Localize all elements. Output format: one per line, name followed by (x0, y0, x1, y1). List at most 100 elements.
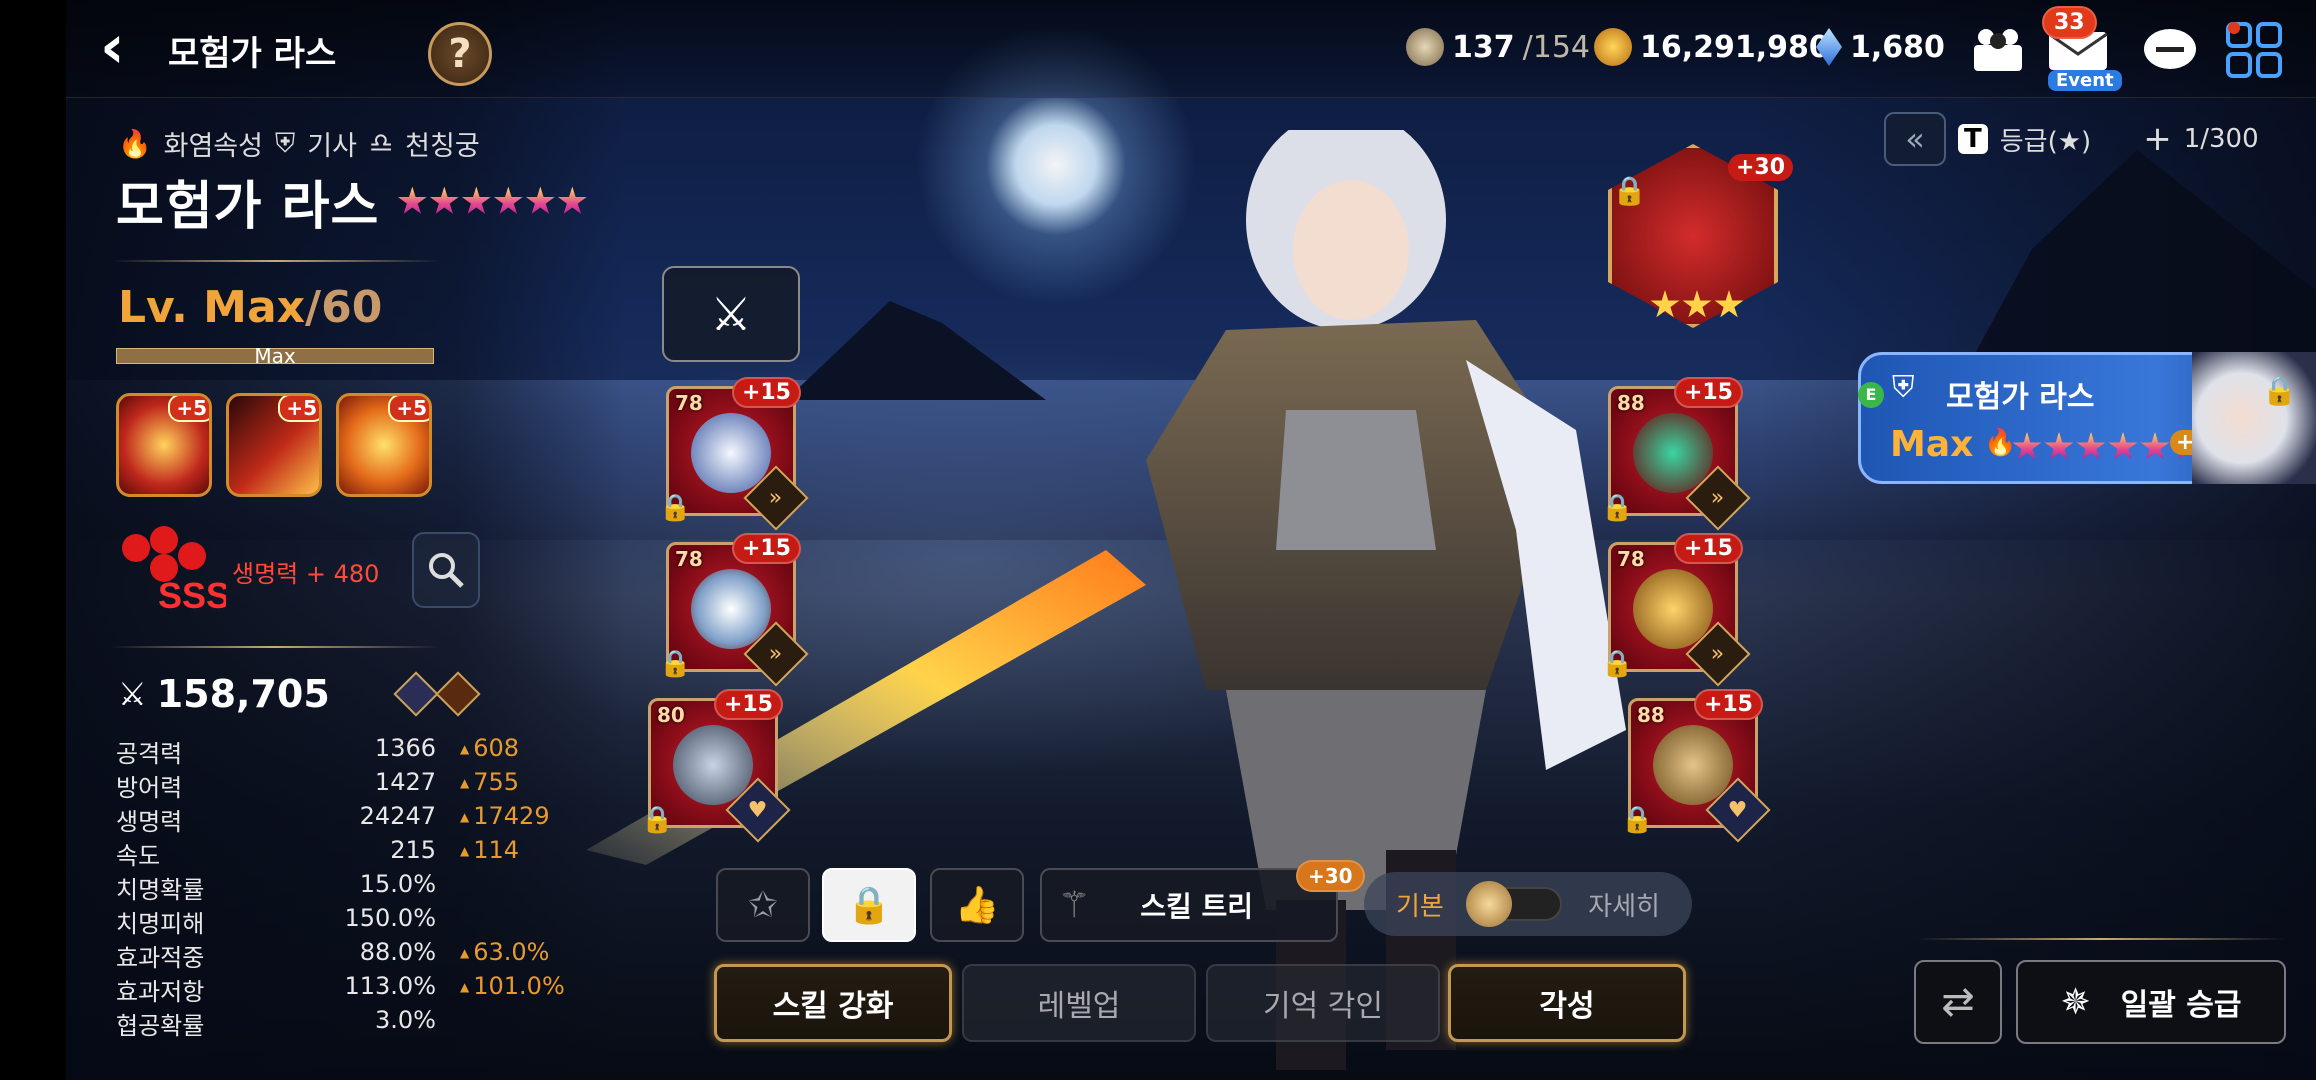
stat-label: 방어력 (116, 774, 183, 802)
skill-tree-badge: +30 (1296, 860, 1365, 892)
artifact-slot-2[interactable]: +5 (226, 393, 322, 497)
artifact-plus: +5 (388, 396, 429, 422)
lock-button[interactable]: 🔒 (822, 868, 916, 942)
stat-label: 효과적중 (116, 944, 205, 972)
view-toggle[interactable]: 기본 자세히 (1364, 872, 1692, 936)
tab-memory-imprint[interactable]: 기억 각인 (1206, 964, 1440, 1042)
equipment-slot-weapon[interactable]: 78 +15 🔒 » (659, 377, 809, 531)
toggle-switch[interactable] (1466, 881, 1563, 927)
star-icon (2140, 432, 2170, 460)
stat-row: 방어력 1427 755 (116, 768, 546, 802)
lock-icon: 🔒 (641, 805, 674, 835)
hero-stars (397, 186, 587, 217)
knight-shield-icon: ⛨ (1892, 370, 1915, 405)
star-icon (557, 186, 587, 214)
equip-level: 78 (1617, 547, 1645, 571)
tab-awakening[interactable]: 각성 (1448, 964, 1686, 1042)
equip-level: 80 (657, 703, 685, 727)
stamina-resource[interactable]: 137/154 (1406, 28, 1590, 66)
help-button[interactable]: ? (428, 22, 492, 86)
artifact-plus: +5 (278, 396, 319, 422)
stat-value: 215 (390, 836, 436, 864)
stat-row: 치명확률 15.0% (116, 870, 546, 904)
equipment-slot-helmet[interactable]: 78 +15 🔒 » (659, 533, 809, 687)
stat-bonus: 63.0% (460, 938, 549, 966)
swap-arrows-icon[interactable]: ⇄ (1914, 960, 2002, 1044)
thumbs-up-button[interactable]: 👍 (930, 868, 1024, 942)
upgrade-crown-icon: ✵ (2060, 981, 2091, 1023)
lock-icon: 🔒 (1621, 805, 1654, 835)
equipment-slot-ring[interactable]: 78 +15 🔒 » (1601, 533, 1751, 687)
stat-bonus: 17429 (460, 802, 549, 830)
artifact-slot-1[interactable]: +5 (116, 393, 212, 497)
stat-row: 생명력 24247 17429 (116, 802, 550, 836)
equip-plus: +15 (731, 533, 801, 564)
equip-plus: +15 (1693, 689, 1763, 720)
star-icon (525, 186, 555, 214)
stat-value: 1427 (374, 768, 436, 796)
mail-icon[interactable]: 33 Event (2042, 6, 2122, 91)
set-heart-icon (393, 671, 439, 717)
equipment-slot-boots[interactable]: 88 +15 🔒 ♥ (1621, 689, 1771, 843)
equip-level: 78 (675, 547, 703, 571)
crystal-amount: 1,680 (1850, 29, 1945, 65)
gold-amount: 16,291,980 (1640, 29, 1830, 65)
star-icon (2012, 432, 2042, 460)
stat-label: 치명확률 (116, 876, 205, 904)
level-max: /60 (305, 282, 383, 333)
friends-icon[interactable] (1964, 16, 2032, 84)
lock-icon: 🔒 (1612, 174, 1647, 207)
crystal-resource[interactable]: 1,680 (1816, 28, 1945, 66)
stat-label: 생명력 (116, 808, 183, 836)
star-icon (397, 186, 427, 214)
fire-icon: 🔥 (118, 128, 152, 160)
partner-name: 모험가 라스 (1946, 380, 2095, 415)
libra-icon: ♎ (368, 128, 394, 159)
stat-label: 공격력 (116, 740, 183, 768)
stat-row: 효과저항 113.0% 101.0% (116, 972, 565, 1006)
set-speed-icon (435, 671, 481, 717)
stat-bonus: 608 (460, 734, 519, 762)
search-magnifier-icon[interactable] (412, 532, 480, 608)
stat-value: 113.0% (344, 972, 436, 1000)
back-arrow-icon[interactable]: ‹ (100, 17, 150, 78)
skill-tree-label: 스킬 트리 (1140, 890, 1254, 923)
star-icon (1650, 290, 1680, 318)
star-icon (493, 186, 523, 214)
bulk-upgrade-button[interactable]: ✵ 일괄 승급 (2016, 960, 2286, 1044)
equipment-slot-armor[interactable]: 80 +15 🔒 ♥ (641, 689, 791, 843)
equip-level: 88 (1617, 391, 1645, 415)
event-label: Event (2048, 70, 2122, 91)
artifact-slot-3[interactable]: +5 (336, 393, 432, 497)
knight-role-icon[interactable]: ⚔ (662, 266, 800, 362)
toggle-knob (1466, 881, 1513, 927)
stamina-horse-icon (1406, 28, 1444, 66)
gold-resource[interactable]: 16,291,980 (1594, 28, 1830, 66)
equipment-slot-necklace[interactable]: 88 +15 🔒 » (1601, 377, 1751, 531)
tab-skill-enhance[interactable]: 스킬 강화 (714, 964, 952, 1042)
stat-label: 협공확률 (116, 1012, 205, 1040)
lock-icon: 🔒 (1601, 493, 1634, 523)
tab-level-up[interactable]: 레벨업 (962, 964, 1196, 1042)
equip-plus: +15 (731, 377, 801, 408)
crossed-swords-icon: ⚔ (118, 675, 147, 713)
star-icon (2108, 432, 2138, 460)
collapse-arrows-icon[interactable]: « (1884, 112, 1946, 166)
stamina-max: /154 (1522, 29, 1590, 65)
skill-tree-button[interactable]: ⚚ 스킬 트리 (1040, 868, 1338, 942)
grade-label[interactable]: 등급(★) (2000, 121, 2091, 158)
stat-value: 15.0% (359, 870, 436, 898)
star-icon (461, 186, 491, 214)
divider (110, 260, 440, 262)
partner-grade-badge: E (1858, 382, 1884, 408)
knight-shield-icon: ⛨ (275, 127, 296, 159)
menu-grid-icon[interactable] (2220, 16, 2288, 84)
favorite-star-button[interactable]: ✩ (716, 868, 810, 942)
chat-icon[interactable] (2136, 16, 2204, 84)
lock-icon: 🔒 (2262, 374, 2297, 407)
lock-icon: 🔒 (659, 649, 692, 679)
grade-icon: T (1958, 124, 1988, 154)
stat-row: 공격력 1366 608 (116, 734, 546, 768)
guardian-plus: +30 (1728, 154, 1794, 181)
hero-element: 화염속성 (163, 131, 263, 162)
